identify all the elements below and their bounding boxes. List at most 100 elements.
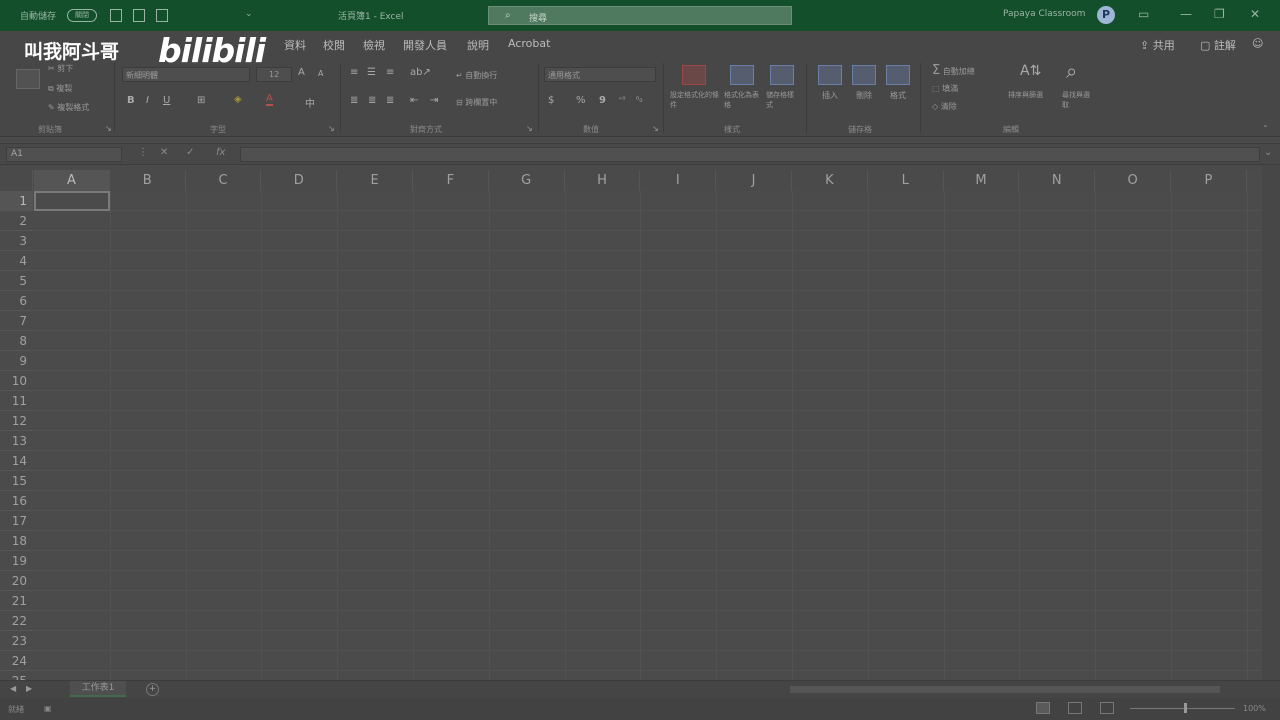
page-break-button[interactable] bbox=[1100, 702, 1114, 714]
number-format-select[interactable]: 通用格式 bbox=[544, 67, 656, 82]
align-bottom-icon[interactable]: ≡ bbox=[386, 67, 394, 78]
search-box[interactable]: ⌕ 搜尋 bbox=[488, 6, 792, 25]
decrease-indent-icon[interactable]: ⇤ bbox=[410, 95, 418, 106]
row-header[interactable]: 10 bbox=[0, 371, 33, 391]
accessibility-icon[interactable]: ▣ bbox=[44, 704, 52, 713]
tab-data[interactable]: 資料 bbox=[284, 37, 306, 53]
avatar[interactable]: P bbox=[1097, 6, 1115, 24]
expand-formula-icon[interactable]: ⌄ bbox=[1264, 147, 1272, 158]
zoom-slider[interactable] bbox=[1130, 708, 1235, 709]
row-header[interactable]: 3 bbox=[0, 231, 33, 251]
spreadsheet-grid[interactable]: A B C D E F G H I J K L M N O P 1 2 3 4 5 6 7 8 9 10 11 12 13 14 15 16 1… bbox=[0, 170, 1262, 691]
customize-qat-icon[interactable]: ⌄ bbox=[245, 9, 253, 19]
active-cell[interactable] bbox=[34, 191, 110, 211]
delete-cells-icon[interactable] bbox=[852, 65, 876, 85]
comments-button[interactable]: ▢ 註解 bbox=[1200, 37, 1236, 53]
copy-button[interactable]: ⧉ 複製 bbox=[48, 83, 72, 94]
close-icon[interactable]: ✕ bbox=[1250, 7, 1260, 21]
tab-review[interactable]: 校閱 bbox=[323, 37, 345, 53]
decrease-decimal-icon[interactable]: ⁰₀ bbox=[636, 95, 642, 104]
row-header[interactable]: 7 bbox=[0, 311, 33, 331]
row-header[interactable]: 11 bbox=[0, 391, 33, 411]
row-header[interactable]: 19 bbox=[0, 551, 33, 571]
column-header[interactable]: F bbox=[413, 170, 489, 191]
row-header[interactable]: 24 bbox=[0, 651, 33, 671]
row-header[interactable]: 18 bbox=[0, 531, 33, 551]
name-box[interactable]: A1 bbox=[6, 147, 122, 162]
conditional-format-label[interactable]: 設定格式化的條件 bbox=[670, 90, 720, 110]
save-icon[interactable] bbox=[110, 9, 122, 22]
minimize-icon[interactable]: — bbox=[1180, 7, 1192, 21]
column-header[interactable]: C bbox=[185, 170, 262, 191]
merge-center-button[interactable]: ⊟ 跨欄置中 bbox=[456, 97, 497, 108]
row-header[interactable]: 2 bbox=[0, 211, 33, 231]
column-header[interactable]: B bbox=[109, 170, 186, 191]
sort-filter-icon[interactable]: A⇅ bbox=[1020, 63, 1041, 79]
column-header[interactable]: L bbox=[867, 170, 944, 191]
conditional-format-icon[interactable] bbox=[682, 65, 706, 85]
sheet-nav-next-icon[interactable]: ▶ bbox=[26, 684, 32, 693]
column-header[interactable]: I bbox=[640, 170, 717, 191]
horizontal-scrollbar[interactable] bbox=[790, 686, 1220, 693]
column-header[interactable]: M bbox=[943, 170, 1020, 191]
format-as-table-icon[interactable] bbox=[730, 65, 754, 85]
row-header[interactable]: 23 bbox=[0, 631, 33, 651]
column-header[interactable]: D bbox=[261, 170, 338, 191]
row-header[interactable]: 16 bbox=[0, 491, 33, 511]
alignment-launcher-icon[interactable]: ↘ bbox=[526, 124, 533, 133]
italic-button[interactable]: I bbox=[146, 95, 149, 106]
vertical-scrollbar[interactable] bbox=[1262, 165, 1280, 680]
row-header[interactable]: 15 bbox=[0, 471, 33, 491]
zoom-level[interactable]: 100% bbox=[1243, 704, 1266, 713]
align-left-icon[interactable]: ≣ bbox=[350, 95, 358, 106]
confirm-entry-icon[interactable]: ✓ bbox=[186, 147, 194, 158]
column-header[interactable]: J bbox=[716, 170, 792, 191]
format-cells-label[interactable]: 格式 bbox=[890, 90, 906, 101]
touch-mode-icon[interactable] bbox=[156, 9, 168, 22]
orientation-icon[interactable]: ab↗ bbox=[410, 67, 431, 78]
column-header[interactable]: A bbox=[34, 170, 110, 191]
column-header[interactable]: P bbox=[1171, 170, 1247, 191]
row-header[interactable]: 14 bbox=[0, 451, 33, 471]
increase-decimal-icon[interactable]: ⁺⁰ bbox=[618, 95, 625, 104]
bold-button[interactable]: B bbox=[127, 95, 135, 106]
row-header[interactable]: 22 bbox=[0, 611, 33, 631]
restore-icon[interactable]: ❐ bbox=[1214, 7, 1225, 21]
column-header[interactable]: K bbox=[792, 170, 868, 191]
cut-button[interactable]: ✂ 剪下 bbox=[48, 63, 73, 74]
insert-function-button[interactable]: fx bbox=[216, 147, 225, 158]
sheet-tab[interactable]: 工作表1 bbox=[70, 681, 126, 697]
grow-font-button[interactable]: A bbox=[298, 67, 305, 78]
row-header[interactable]: 4 bbox=[0, 251, 33, 271]
page-layout-button[interactable] bbox=[1068, 702, 1082, 714]
tab-view[interactable]: 檢視 bbox=[363, 37, 385, 53]
currency-button[interactable]: $ bbox=[548, 95, 554, 106]
share-button[interactable]: ⇪ 共用 bbox=[1140, 37, 1175, 53]
font-launcher-icon[interactable]: ↘ bbox=[328, 124, 335, 133]
wrap-text-button[interactable]: ↵ 自動換行 bbox=[456, 70, 497, 81]
cancel-entry-icon[interactable]: ✕ bbox=[160, 147, 168, 158]
insert-cells-icon[interactable] bbox=[818, 65, 842, 85]
increase-indent-icon[interactable]: ⇥ bbox=[430, 95, 438, 106]
row-header[interactable]: 12 bbox=[0, 411, 33, 431]
undo-icon[interactable] bbox=[133, 9, 145, 22]
autosave-toggle[interactable]: 關閉 bbox=[67, 9, 97, 22]
row-header[interactable]: 13 bbox=[0, 431, 33, 451]
delete-cells-label[interactable]: 刪除 bbox=[856, 90, 872, 101]
fill-button[interactable]: ⬚ 填滿 bbox=[932, 83, 958, 94]
column-header[interactable]: N bbox=[1019, 170, 1096, 191]
row-header[interactable]: 6 bbox=[0, 291, 33, 311]
underline-button[interactable]: U bbox=[163, 95, 170, 106]
normal-view-button[interactable] bbox=[1036, 702, 1050, 714]
clipboard-launcher-icon[interactable]: ↘ bbox=[105, 124, 112, 133]
clear-button[interactable]: ◇ 清除 bbox=[932, 101, 957, 112]
zoom-slider-thumb[interactable] bbox=[1184, 703, 1187, 713]
row-header[interactable]: 9 bbox=[0, 351, 33, 371]
align-right-icon[interactable]: ≣ bbox=[386, 95, 394, 106]
row-header[interactable]: 20 bbox=[0, 571, 33, 591]
align-middle-icon[interactable]: ☰ bbox=[367, 67, 376, 78]
row-header[interactable]: 21 bbox=[0, 591, 33, 611]
comma-button[interactable]: 9 bbox=[599, 95, 606, 106]
tab-acrobat[interactable]: Acrobat bbox=[508, 37, 550, 50]
cell-styles-label[interactable]: 儲存格樣式 bbox=[766, 90, 800, 110]
